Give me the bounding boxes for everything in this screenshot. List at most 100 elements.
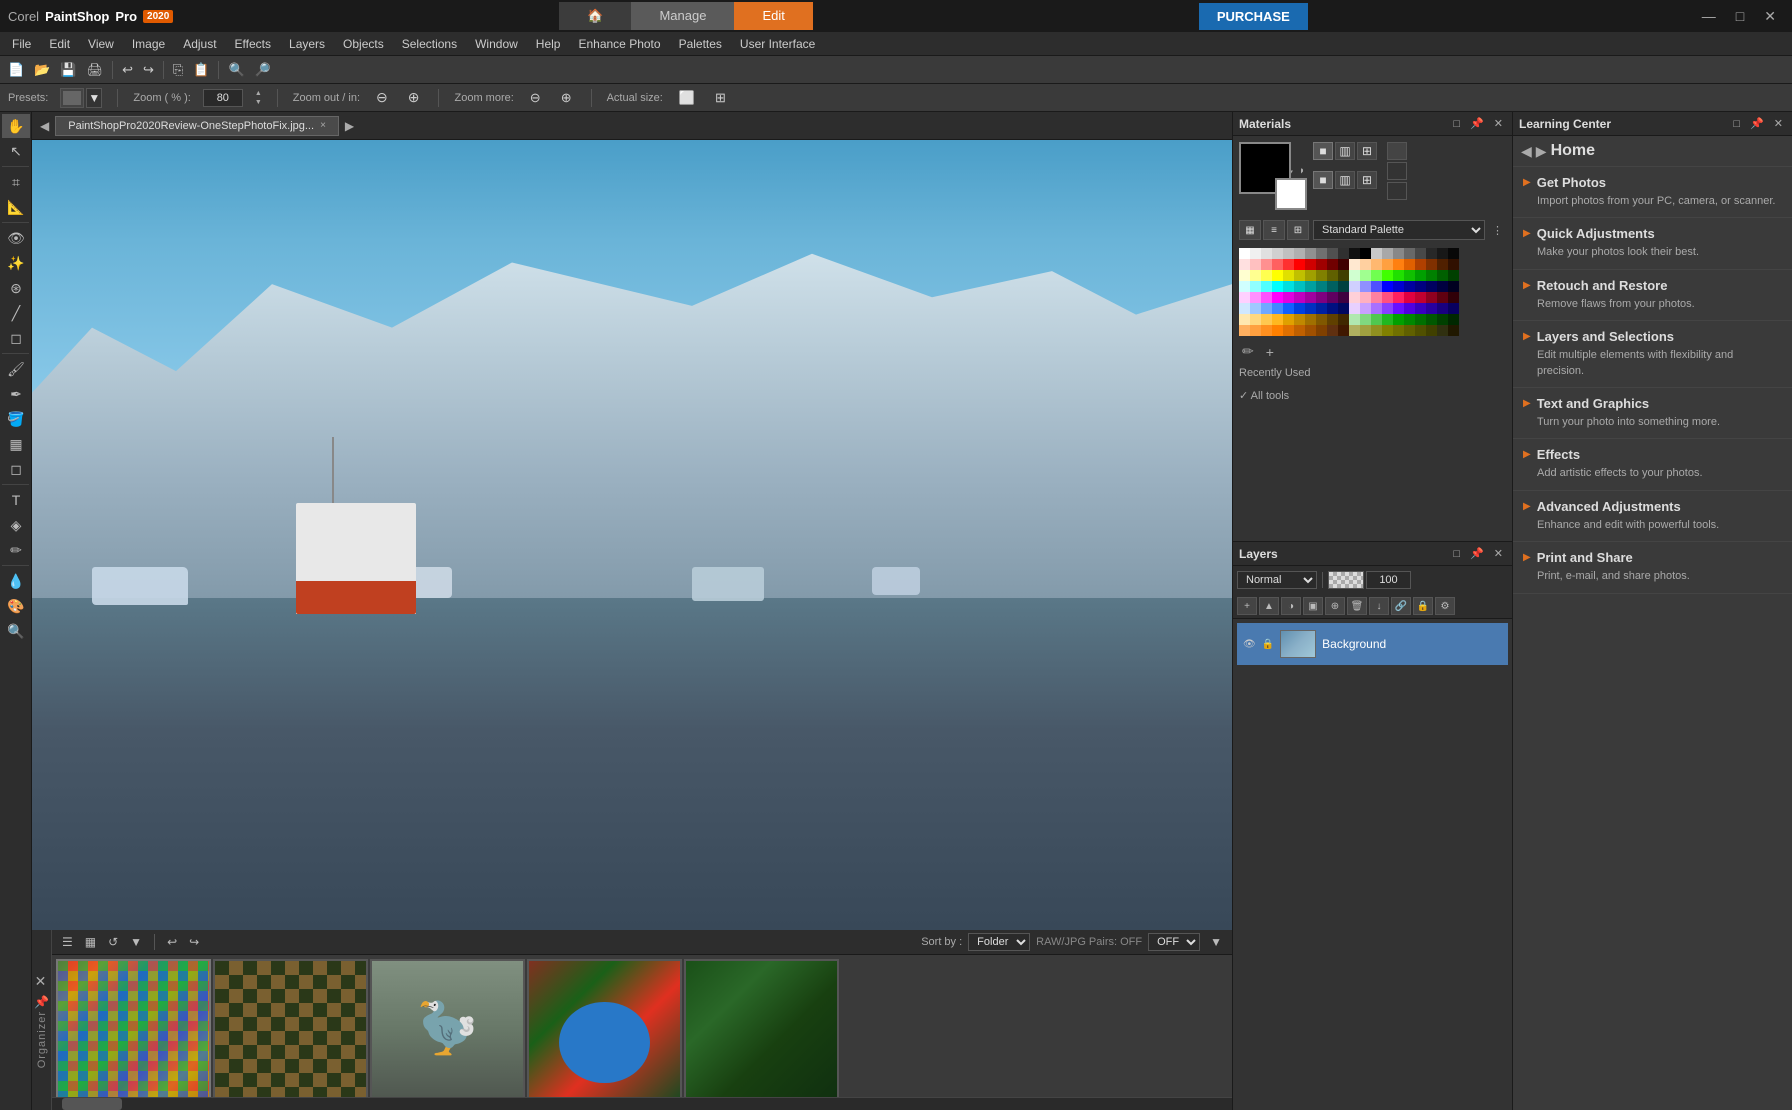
lc-back-button[interactable]: ◀ xyxy=(1521,143,1532,160)
swatch[interactable] xyxy=(1382,325,1393,336)
sort-dropdown[interactable]: Folder xyxy=(968,933,1030,951)
swatch[interactable] xyxy=(1272,314,1283,325)
swatch[interactable] xyxy=(1426,292,1437,303)
swatch[interactable] xyxy=(1393,292,1404,303)
zoom-down-arrow[interactable]: ▼ xyxy=(255,98,262,107)
maximize-button[interactable]: □ xyxy=(1728,6,1752,27)
swatch[interactable] xyxy=(1349,248,1360,259)
swatch[interactable] xyxy=(1272,325,1283,336)
organizer-close-button[interactable]: ✕ xyxy=(32,972,54,992)
palette-view-3[interactable]: ⊞ xyxy=(1287,220,1309,240)
swatch[interactable] xyxy=(1437,292,1448,303)
swatch[interactable] xyxy=(1283,292,1294,303)
swatch[interactable] xyxy=(1261,303,1272,314)
color-changer[interactable]: 🎨 xyxy=(2,594,30,618)
swatch[interactable] xyxy=(1360,259,1371,270)
new-group-layer[interactable]: ▣ xyxy=(1303,597,1323,615)
tab-prev-button[interactable]: ◀ xyxy=(36,117,53,135)
purchase-button[interactable]: PURCHASE xyxy=(1199,3,1308,30)
swatch[interactable] xyxy=(1338,314,1349,325)
swatch[interactable] xyxy=(1382,292,1393,303)
swatch[interactable] xyxy=(1294,281,1305,292)
swatch[interactable] xyxy=(1404,248,1415,259)
swatch[interactable] xyxy=(1250,325,1261,336)
organizer-pin-button[interactable]: 📌 xyxy=(32,992,53,1011)
swatch[interactable] xyxy=(1338,270,1349,281)
palette-dropdown[interactable]: Standard Palette xyxy=(1313,220,1485,240)
swatch[interactable] xyxy=(1338,281,1349,292)
raw-pairs-dropdown[interactable]: OFF xyxy=(1148,933,1200,951)
swatch[interactable] xyxy=(1393,314,1404,325)
swatch[interactable] xyxy=(1404,270,1415,281)
menu-selections[interactable]: Selections xyxy=(394,34,465,54)
swatch[interactable] xyxy=(1305,303,1316,314)
scratch-remover[interactable]: ╱ xyxy=(2,301,30,325)
add-color-button[interactable]: + xyxy=(1263,343,1277,361)
lc-forward-button[interactable]: ▶ xyxy=(1536,143,1547,160)
layers-close-button[interactable]: ✕ xyxy=(1491,546,1506,561)
swatch[interactable] xyxy=(1316,292,1327,303)
swatch[interactable] xyxy=(1305,248,1316,259)
swatch[interactable] xyxy=(1261,270,1272,281)
zoom-in-button[interactable]: 🔍 xyxy=(224,60,248,80)
redo-button[interactable]: ↪ xyxy=(139,60,158,80)
undo-button[interactable]: ↩ xyxy=(118,60,137,80)
scrollbar-thumb[interactable] xyxy=(62,1098,122,1110)
swatch[interactable] xyxy=(1349,314,1360,325)
swatch[interactable] xyxy=(1437,248,1448,259)
menu-enhance-photo[interactable]: Enhance Photo xyxy=(570,34,668,54)
swatch[interactable] xyxy=(1305,325,1316,336)
menu-edit[interactable]: Edit xyxy=(41,34,78,54)
edit-color-button[interactable]: ✏ xyxy=(1239,342,1257,361)
swatch-cyan[interactable] xyxy=(1272,281,1283,292)
new-raster-layer[interactable]: + xyxy=(1237,597,1257,615)
swatch[interactable] xyxy=(1382,259,1393,270)
swatch[interactable] xyxy=(1327,325,1338,336)
swatch[interactable] xyxy=(1294,303,1305,314)
layer-opacity-input[interactable] xyxy=(1366,571,1411,589)
swatch[interactable] xyxy=(1316,281,1327,292)
swatch[interactable] xyxy=(1448,325,1459,336)
lc-get-photos-header[interactable]: ▶ Get Photos xyxy=(1523,175,1782,190)
swatch[interactable] xyxy=(1371,314,1382,325)
swatch[interactable] xyxy=(1360,292,1371,303)
swatch[interactable] xyxy=(1404,259,1415,270)
swatch[interactable] xyxy=(1371,259,1382,270)
swatch[interactable] xyxy=(1294,270,1305,281)
paste-button[interactable]: 📋 xyxy=(189,60,213,80)
swatch[interactable] xyxy=(1448,314,1459,325)
swatch[interactable] xyxy=(1316,270,1327,281)
new-file-button[interactable]: 📄 xyxy=(4,60,28,80)
swatch-magenta[interactable] xyxy=(1272,292,1283,303)
save-button[interactable]: 💾 xyxy=(56,60,80,80)
swatch[interactable] xyxy=(1239,303,1250,314)
swatch[interactable] xyxy=(1448,303,1459,314)
fit-window-button[interactable]: ⊞ xyxy=(711,88,730,108)
actual-size-button[interactable]: ⬜ xyxy=(675,88,699,108)
swatch[interactable] xyxy=(1349,303,1360,314)
image-tab[interactable]: PaintShopPro2020Review-OneStepPhotoFix.j… xyxy=(55,116,339,136)
vector-object[interactable]: ◈ xyxy=(2,513,30,537)
fg-solid-button[interactable]: ■ xyxy=(1313,142,1333,160)
preset-dropdown-arrow[interactable]: ▼ xyxy=(86,88,102,108)
makeover-tool[interactable]: ✨ xyxy=(2,251,30,275)
menu-palettes[interactable]: Palettes xyxy=(671,34,730,54)
swatch[interactable] xyxy=(1283,314,1294,325)
menu-help[interactable]: Help xyxy=(528,34,569,54)
menu-file[interactable]: File xyxy=(4,34,39,54)
swatch[interactable] xyxy=(1261,314,1272,325)
swatch[interactable] xyxy=(1404,292,1415,303)
swatch-black[interactable] xyxy=(1360,248,1371,259)
swatch[interactable] xyxy=(1426,325,1437,336)
org-filter[interactable]: ▼ xyxy=(126,933,146,951)
swatch[interactable] xyxy=(1437,259,1448,270)
swatch[interactable] xyxy=(1283,281,1294,292)
lc-effects-header[interactable]: ▶ Effects xyxy=(1523,447,1782,462)
swatch[interactable] xyxy=(1371,248,1382,259)
none-button[interactable] xyxy=(1387,162,1407,180)
eraser[interactable]: ◻ xyxy=(2,457,30,481)
open-button[interactable]: 📂 xyxy=(30,60,54,80)
lc-quick-adj-header[interactable]: ▶ Quick Adjustments xyxy=(1523,226,1782,241)
swatch[interactable] xyxy=(1261,259,1272,270)
swatch[interactable] xyxy=(1382,248,1393,259)
